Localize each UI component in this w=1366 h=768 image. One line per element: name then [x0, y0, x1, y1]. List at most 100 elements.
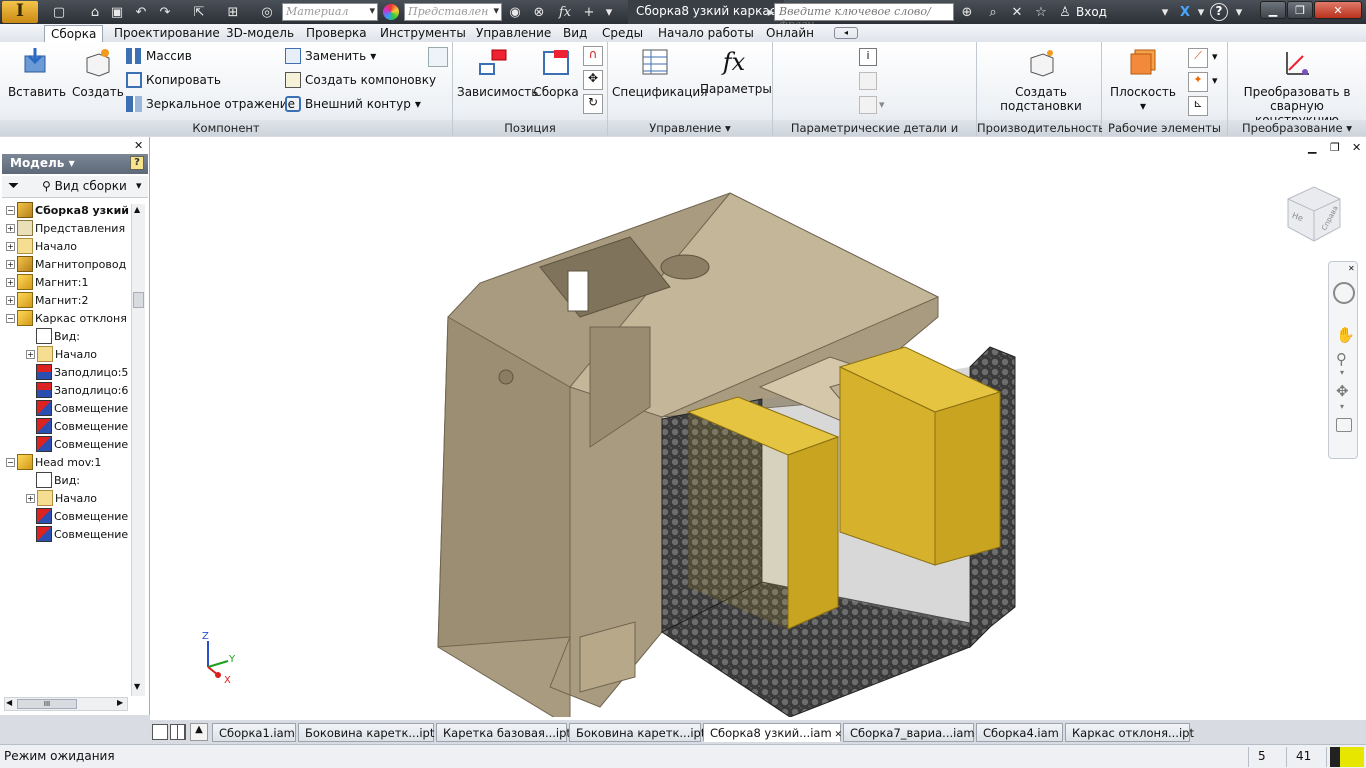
- navbar-close-icon[interactable]: ✕: [1348, 264, 1355, 273]
- collapse-icon[interactable]: −: [6, 205, 15, 215]
- pan-hand-icon[interactable]: ✋: [1336, 326, 1355, 344]
- mirror-button[interactable]: Зеркальное отражение: [126, 95, 295, 113]
- plane-dropdown-icon[interactable]: ▾: [1110, 99, 1176, 113]
- redo-icon[interactable]: ↷: [156, 3, 174, 21]
- close-button[interactable]: ✕: [1314, 1, 1362, 19]
- tab-get-started[interactable]: Начало работы: [652, 25, 760, 42]
- fx-icon[interactable]: fx: [556, 3, 574, 21]
- zoom-dropdown-icon[interactable]: ▾: [1340, 368, 1344, 377]
- cascade-windows-icon[interactable]: [170, 724, 186, 740]
- collapse-icon[interactable]: −: [6, 313, 15, 323]
- appearance-icon[interactable]: [383, 4, 399, 20]
- rotate-icon[interactable]: ↻: [583, 94, 603, 114]
- assembly-model[interactable]: [430, 187, 1030, 717]
- create-button[interactable]: Создать: [72, 46, 124, 99]
- assemble-button[interactable]: Сборка: [533, 46, 579, 99]
- tree-item[interactable]: + Представления: [6, 219, 129, 237]
- shrinkwrap-button[interactable]: Внешний контур ▾: [285, 95, 421, 113]
- bom-button[interactable]: Спецификация: [612, 46, 707, 99]
- manage-group-title[interactable]: Управление ▾: [608, 120, 772, 136]
- axis-dropdown-icon[interactable]: ▾: [1212, 50, 1218, 63]
- qat-dropdown-icon[interactable]: ▾: [600, 3, 618, 21]
- scroll-thumb[interactable]: [133, 292, 144, 308]
- tree-item[interactable]: − Каркас отклоня: [6, 309, 129, 327]
- tree-item[interactable]: + Магнит:1: [6, 273, 129, 291]
- tree-item[interactable]: − Head mov:1: [6, 453, 129, 471]
- convert-group-title[interactable]: Преобразование ▾: [1228, 120, 1366, 136]
- joint-icon[interactable]: ∩: [583, 46, 603, 66]
- scroll-down-icon[interactable]: ▼: [134, 682, 140, 691]
- expand-icon[interactable]: +: [6, 295, 15, 305]
- browser-vertical-scrollbar[interactable]: ▲ ▼: [131, 204, 145, 696]
- axis-icon[interactable]: ⟋: [1188, 48, 1208, 68]
- create-substitutes-button[interactable]: Создать подстановки: [991, 46, 1091, 113]
- zoom-icon[interactable]: ⚲: [1336, 350, 1347, 368]
- tab-manage[interactable]: Управление: [470, 25, 557, 42]
- help-dropdown-icon[interactable]: ▾: [1230, 3, 1248, 21]
- open-documents-icon[interactable]: ▲: [190, 723, 208, 741]
- ribbon-options-icon[interactable]: ◂: [834, 27, 858, 39]
- tree-item[interactable]: Совмещение: [36, 525, 129, 543]
- undo-icon[interactable]: ↶: [132, 3, 150, 21]
- replace-dropdown-icon[interactable]: ▾: [370, 49, 376, 63]
- exchange-dropdown-icon[interactable]: ▾: [1192, 3, 1210, 21]
- assembly-view-dropdown-icon[interactable]: ▾: [136, 179, 142, 192]
- assembly-view-button[interactable]: ⚲ Вид сборки: [42, 179, 127, 193]
- tree-item[interactable]: Вид:: [36, 471, 129, 489]
- search-input[interactable]: Введите ключевое слово/фразу: [774, 3, 954, 31]
- browser-header[interactable]: Модель ▾ ?: [2, 154, 148, 174]
- return-icon[interactable]: ⇱: [190, 3, 208, 21]
- document-tab[interactable]: Боковина каретк...ipt: [569, 723, 705, 742]
- tree-item[interactable]: Совмещение: [36, 507, 129, 525]
- tree-item[interactable]: + Магнит:2: [6, 291, 129, 309]
- help-button[interactable]: ?: [1210, 3, 1228, 21]
- tree-item[interactable]: Совмещение: [36, 399, 129, 417]
- binoculars-icon[interactable]: ⊕: [958, 3, 976, 21]
- login-link[interactable]: Вход: [1076, 5, 1107, 19]
- tab-environments[interactable]: Среды: [596, 25, 649, 42]
- viewport-restore-icon[interactable]: ❐: [1330, 141, 1340, 154]
- plus-icon[interactable]: +: [580, 3, 598, 21]
- place-from-content-icon[interactable]: i: [859, 48, 877, 66]
- scroll-right-icon[interactable]: ▶: [117, 698, 123, 707]
- tree-item[interactable]: + Начало: [26, 345, 129, 363]
- tile-windows-icon[interactable]: [152, 724, 168, 740]
- replace-button[interactable]: Заменить ▾: [285, 47, 376, 65]
- tree-item[interactable]: + Начало: [26, 489, 129, 507]
- document-tab[interactable]: Боковина каретк...ipt: [298, 723, 434, 742]
- document-tab[interactable]: Сборка8 узкий...iam ✕: [703, 723, 843, 742]
- create-layout-button[interactable]: Создать компоновку: [285, 71, 436, 89]
- scroll-up-icon[interactable]: ▲: [134, 205, 140, 214]
- tab-design[interactable]: Проектирование: [108, 25, 226, 42]
- save-icon[interactable]: ▣: [108, 3, 126, 21]
- orbit-dropdown-icon[interactable]: ▾: [1340, 402, 1344, 411]
- collapse-icon[interactable]: −: [6, 457, 15, 467]
- new-file-icon[interactable]: ▢: [50, 3, 68, 21]
- tree-item[interactable]: Совмещение: [36, 435, 129, 453]
- browser-horizontal-scrollbar[interactable]: ◀ III ▶: [4, 697, 128, 711]
- login-dropdown-icon[interactable]: ▾: [1156, 3, 1174, 21]
- app-logo-icon[interactable]: I: [2, 1, 38, 23]
- tree-item[interactable]: Вид:: [36, 327, 129, 345]
- open-folder-icon[interactable]: ⌂: [86, 3, 104, 21]
- tab-assemble[interactable]: Сборка: [44, 25, 104, 42]
- ucs-icon[interactable]: ⊾: [1188, 96, 1208, 116]
- adjust-appearance-icon[interactable]: ◉: [506, 3, 524, 21]
- clear-appearance-icon[interactable]: ⊗: [530, 3, 548, 21]
- shrinkwrap-dropdown-icon[interactable]: ▾: [415, 97, 421, 111]
- expand-icon[interactable]: +: [6, 259, 15, 269]
- document-tab[interactable]: Сборка1.iam: [212, 723, 296, 742]
- favorites-star-icon[interactable]: ☆: [1032, 3, 1050, 21]
- scroll-left-icon[interactable]: ◀: [6, 698, 12, 707]
- viewport-close-icon[interactable]: ✕: [1352, 141, 1361, 154]
- tab-online[interactable]: Онлайн: [760, 25, 820, 42]
- point-icon[interactable]: ✦: [1188, 72, 1208, 92]
- look-at-icon[interactable]: [1336, 418, 1352, 432]
- close-tab-icon[interactable]: ✕: [832, 730, 843, 740]
- viewcube-icon[interactable]: Не Справа: [1280, 181, 1346, 247]
- pattern-button[interactable]: Массив: [126, 47, 192, 65]
- tree-item[interactable]: Совмещение: [36, 417, 129, 435]
- move-icon[interactable]: ✥: [583, 70, 603, 90]
- representation-combo[interactable]: Представлен ▾: [404, 3, 502, 21]
- hscroll-thumb[interactable]: III: [17, 699, 77, 709]
